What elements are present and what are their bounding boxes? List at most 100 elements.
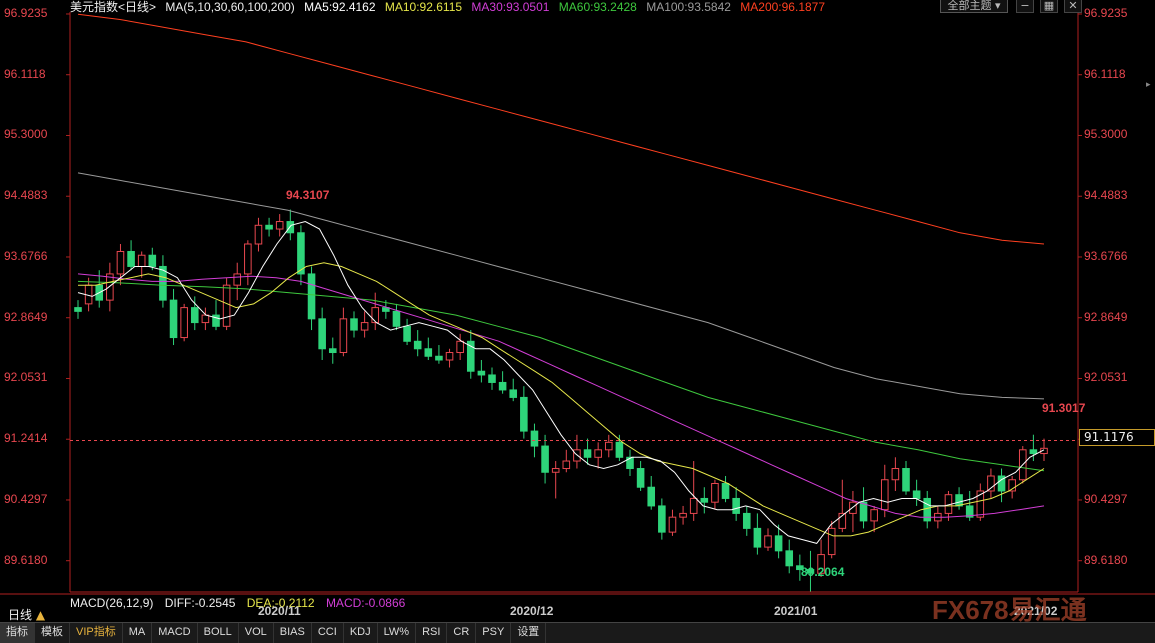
tab-ma[interactable]: MA — [123, 623, 153, 643]
candlestick-chart[interactable] — [0, 0, 1155, 642]
date-label-1: 2020/12 — [510, 604, 554, 618]
tab-macd[interactable]: MACD — [152, 623, 198, 643]
grid-icon[interactable]: ▦ — [1040, 0, 1058, 13]
candle-body-16 — [244, 243, 252, 275]
ma60-value: MA60:93.2428 — [558, 0, 637, 14]
candle-body-30 — [392, 310, 401, 327]
candle-body-34 — [435, 355, 443, 361]
y-tick-label-right-2: 95.3000 — [1084, 127, 1128, 142]
tab-lw[interactable]: LW% — [378, 623, 417, 643]
indicator-tab-bar: 指标 模板 VIP指标 MA MACD BOLL VOL BIAS CCI KD… — [0, 622, 1155, 643]
tab-psy[interactable]: PSY — [476, 623, 512, 643]
candle-body-86 — [987, 475, 995, 492]
candle-body-10 — [180, 307, 188, 339]
tab-indicator[interactable]: 指标 — [0, 623, 35, 643]
last-high-annotation: 91.3017 — [1042, 401, 1086, 415]
side-marker: ▸ — [1146, 80, 1151, 90]
close-icon[interactable]: ✕ — [1064, 0, 1082, 13]
symbol-title: 美元指数<日线> — [70, 0, 157, 14]
ma200-line — [77, 13, 1045, 245]
tab-vip-indicator[interactable]: VIP指标 — [70, 623, 123, 643]
y-tick-label-right-1: 96.1118 — [1084, 66, 1126, 81]
y-tick-label-left-9: 89.6180 — [4, 552, 48, 567]
tab-bias[interactable]: BIAS — [274, 623, 312, 643]
y-tick-label-left-8: 90.4297 — [4, 491, 48, 506]
candle-body-27 — [360, 322, 369, 331]
candle-body-57 — [679, 512, 687, 518]
current-price-box: 91.1176 — [1079, 429, 1155, 446]
candle-body-79 — [912, 490, 921, 499]
candle-body-63 — [742, 512, 751, 529]
candle-body-25 — [339, 318, 348, 354]
candle-body-21 — [297, 232, 305, 275]
candle-body-9 — [169, 299, 178, 339]
candle-body-67 — [785, 550, 794, 567]
candle-body-35 — [445, 352, 454, 361]
candle-body-45 — [551, 468, 560, 473]
tab-rsi[interactable]: RSI — [416, 623, 448, 643]
candle-body-77 — [891, 468, 900, 481]
candle-body-33 — [424, 348, 433, 357]
y-tick-label-left-1: 96.1118 — [4, 66, 46, 81]
macd-params: MACD(26,12,9) — [70, 596, 154, 610]
y-tick-label-left-2: 95.3000 — [4, 127, 48, 142]
low-annotation: 89.2064 — [801, 565, 845, 579]
y-tick-label-right-9: 89.6180 — [1084, 552, 1128, 567]
candle-body-24 — [328, 348, 337, 354]
candle-body-53 — [636, 468, 645, 488]
candle-body-4 — [116, 250, 125, 275]
candle-body-62 — [732, 497, 740, 514]
candle-body-3 — [106, 273, 114, 301]
macd-value: MACD:-0.0866 — [325, 596, 406, 610]
y-tick-label-right-6: 92.0531 — [1084, 370, 1128, 385]
tab-kdj[interactable]: KDJ — [344, 623, 378, 643]
period-tag[interactable]: 日线 ▲ — [8, 606, 45, 623]
tab-cci[interactable]: CCI — [312, 623, 344, 643]
candle-body-60 — [711, 482, 719, 503]
candle-body-48 — [583, 449, 592, 458]
candle-body-90 — [1029, 449, 1038, 455]
theme-dropdown-button[interactable]: 全部主题 ▾ — [940, 0, 1008, 13]
candle-body-71 — [827, 527, 836, 556]
candle-body-65 — [764, 535, 772, 548]
y-tick-label-left-6: 92.0531 — [4, 370, 48, 385]
tab-settings[interactable]: 设置 — [511, 623, 547, 643]
candle-body-75 — [870, 509, 878, 522]
candle-body-22 — [307, 273, 316, 320]
candle-body-59 — [700, 497, 709, 503]
candle-body-6 — [137, 254, 146, 267]
y-tick-label-right-8: 90.4297 — [1084, 491, 1128, 506]
y-tick-label-right-0: 96.9235 — [1084, 5, 1128, 20]
candle-body-19 — [275, 221, 284, 230]
tab-vol[interactable]: VOL — [239, 623, 274, 643]
candle-body-7 — [148, 254, 157, 267]
macd-legend: MACD(26,12,9) DIFF:-0.2545 DEA:-0.2112 M… — [70, 596, 413, 610]
period-arrow-icon: ▲ — [35, 608, 46, 622]
ma-legend: 美元指数<日线> MA(5,10,30,60,100,200) MA5:92.4… — [70, 0, 831, 14]
y-tick-label-right-4: 93.6766 — [1084, 248, 1128, 263]
y-tick-label-right-5: 92.8649 — [1084, 309, 1128, 324]
minimize-icon[interactable]: − — [1016, 0, 1034, 13]
ma30-value: MA30:93.0501 — [471, 0, 550, 14]
candle-body-66 — [774, 535, 783, 552]
ma5-value: MA5:92.4162 — [304, 0, 376, 14]
candle-body-36 — [456, 340, 464, 354]
candle-body-11 — [190, 307, 199, 324]
candle-body-28 — [371, 307, 380, 324]
candle-body-51 — [615, 441, 624, 458]
candle-body-38 — [477, 370, 486, 376]
tab-boll[interactable]: BOLL — [198, 623, 239, 643]
candle-body-26 — [350, 318, 358, 331]
tab-cr[interactable]: CR — [447, 623, 477, 643]
candle-body-5 — [127, 250, 135, 267]
y-tick-label-left-7: 91.2414 — [4, 431, 48, 446]
tab-template[interactable]: 模板 — [35, 623, 70, 643]
candle-body-43 — [530, 430, 539, 447]
candle-body-58 — [689, 497, 698, 514]
candle-body-23 — [318, 318, 326, 350]
candle-body-39 — [488, 374, 496, 383]
candle-body-44 — [541, 445, 549, 473]
candle-body-49 — [594, 449, 602, 458]
candle-body-0 — [74, 307, 82, 312]
y-tick-label-left-4: 93.6766 — [4, 248, 48, 263]
